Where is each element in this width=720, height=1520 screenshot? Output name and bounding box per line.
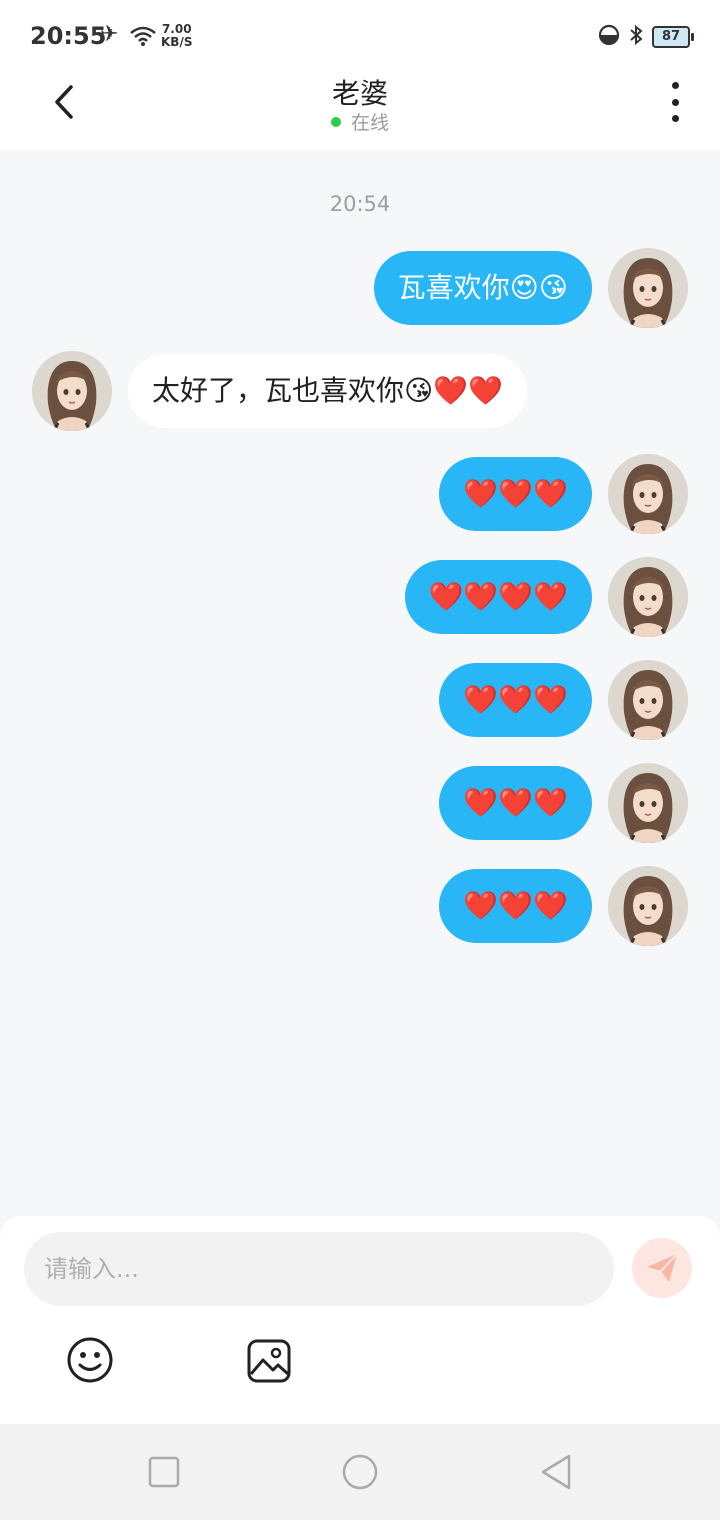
image-icon [247,1339,291,1383]
nav-back-button[interactable] [536,1452,576,1492]
triangle-back-icon [541,1454,571,1490]
online-status: 在线 [0,108,720,135]
network-speed: 7.00 KB/S [161,23,192,49]
send-button[interactable] [632,1238,692,1298]
online-dot-icon [330,117,341,127]
message-row-incoming: 太好了，瓦也喜欢你😘❤️❤️ [0,351,720,431]
recent-apps-button[interactable] [144,1452,184,1492]
message-row-outgoing: ❤️❤️❤️❤️ [0,557,720,637]
data-saver-icon [598,24,620,50]
status-time: 20:55 [30,22,107,50]
avatar[interactable] [608,454,688,534]
message-bubble[interactable]: ❤️❤️❤️ [439,766,592,840]
more-dot [671,98,679,106]
status-bar: 20:55 ✈ 7.00 KB/S 87 [0,0,720,70]
message-row-outgoing: ❤️❤️❤️ [0,660,720,740]
message-row-outgoing: 瓦喜欢你😍😘 [0,248,720,328]
avatar[interactable] [608,763,688,843]
more-dot [671,82,679,89]
message-input[interactable] [24,1232,614,1306]
image-button[interactable] [246,1338,294,1386]
network-speed-value: 7.00 [161,22,192,36]
battery-icon: 87 [652,26,694,48]
home-button[interactable] [340,1452,380,1492]
avatar[interactable] [608,557,688,637]
message-bubble[interactable]: 太好了，瓦也喜欢你😘❤️❤️ [128,354,527,428]
avatar[interactable] [608,866,688,946]
status-icons: 87 [598,24,694,50]
wifi-icon [130,26,156,50]
smiley-icon [67,1337,113,1383]
airplane-icon: ✈ [100,22,119,47]
avatar[interactable] [608,248,688,328]
more-options-button[interactable] [660,82,690,122]
message-row-outgoing: ❤️❤️❤️ [0,454,720,534]
message-bubble[interactable]: ❤️❤️❤️ [439,457,592,531]
emoji-button[interactable] [66,1336,114,1384]
composer [0,1216,720,1424]
online-status-label: 在线 [350,112,389,134]
message-bubble[interactable]: 瓦喜欢你😍😘 [373,251,592,325]
avatar[interactable] [608,660,688,740]
message-row-outgoing: ❤️❤️❤️ [0,763,720,843]
square-icon [148,1456,180,1488]
network-speed-unit: KB/S [161,35,193,49]
message-bubble[interactable]: ❤️❤️❤️ [439,663,592,737]
more-dot [671,115,679,122]
avatar[interactable] [32,351,112,431]
message-bubble[interactable]: ❤️❤️❤️ [439,869,592,943]
system-nav-bar [0,1424,720,1520]
message-timestamp: 20:54 [329,192,391,216]
circle-icon [342,1454,378,1490]
message-bubble[interactable]: ❤️❤️❤️❤️ [404,560,592,634]
paper-plane-icon [647,1253,678,1282]
bluetooth-icon [628,24,644,50]
chat-header: 老婆 在线 [0,70,720,150]
contact-name: 老婆 [331,77,388,110]
message-row-outgoing: ❤️❤️❤️ [0,866,720,946]
